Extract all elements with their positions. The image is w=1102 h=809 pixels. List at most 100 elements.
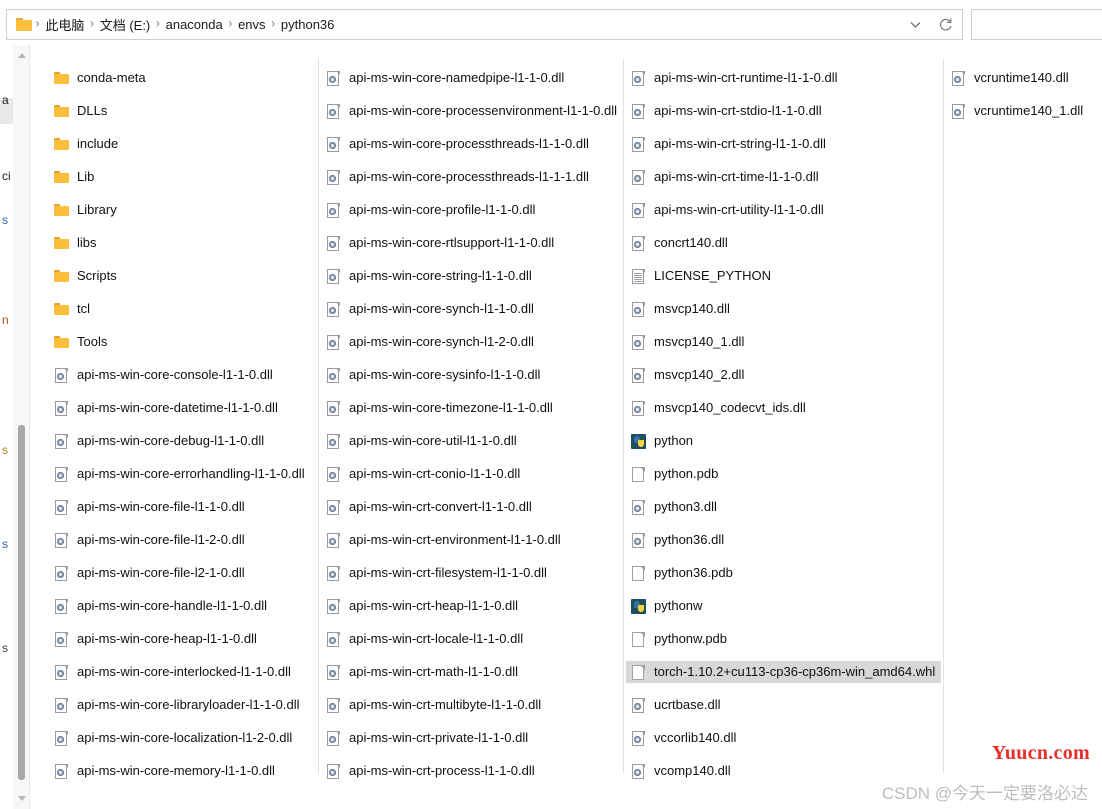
search-input[interactable]	[971, 9, 1102, 40]
file-name-label: concrt140.dll	[654, 235, 728, 250]
dll-file-icon	[630, 334, 647, 351]
file-list-item[interactable]: msvcp140_2.dll	[626, 364, 750, 386]
file-name-label: api-ms-win-crt-time-l1-1-0.dll	[654, 169, 819, 184]
file-list-item[interactable]: include	[49, 133, 124, 155]
file-list-item[interactable]: api-ms-win-crt-multibyte-l1-1-0.dll	[321, 694, 547, 716]
file-list-item[interactable]: python3.dll	[626, 496, 723, 518]
file-list-item[interactable]: api-ms-win-crt-string-l1-1-0.dll	[626, 133, 832, 155]
address-bar[interactable]: › 此电脑 › 文档 (E:) › anaconda › envs › python36	[6, 9, 963, 40]
file-list-item[interactable]: api-ms-win-core-file-l2-1-0.dll	[49, 562, 251, 584]
file-list-item[interactable]: api-ms-win-crt-filesystem-l1-1-0.dll	[321, 562, 553, 584]
file-list-item[interactable]: api-ms-win-crt-time-l1-1-0.dll	[626, 166, 825, 188]
file-list-item[interactable]: api-ms-win-core-file-l1-1-0.dll	[49, 496, 251, 518]
file-list-item[interactable]: api-ms-win-core-util-l1-1-0.dll	[321, 430, 523, 452]
file-list-item[interactable]: python	[626, 430, 699, 452]
chevron-down-icon[interactable]	[902, 10, 928, 39]
file-list-item[interactable]: vcruntime140_1.dll	[946, 100, 1089, 122]
file-list-item[interactable]: api-ms-win-core-file-l1-2-0.dll	[49, 529, 251, 551]
file-list[interactable]: conda-meta DLLs include Lib Library libs Scrip…	[30, 45, 1102, 809]
file-list-item[interactable]: api-ms-win-core-localization-l1-2-0.dll	[49, 727, 298, 749]
file-list-item[interactable]: Tools	[49, 331, 113, 353]
scroll-down-arrow[interactable]	[13, 790, 30, 807]
nav-pane-fragment[interactable]: s	[2, 443, 8, 457]
breadcrumb-item-0[interactable]: 此电脑	[40, 12, 89, 37]
nav-pane-fragment[interactable]: s	[2, 641, 8, 655]
file-list-item[interactable]: api-ms-win-core-interlocked-l1-1-0.dll	[49, 661, 297, 683]
file-list-item[interactable]: api-ms-win-core-heap-l1-1-0.dll	[49, 628, 263, 650]
file-list-item[interactable]: api-ms-win-crt-locale-l1-1-0.dll	[321, 628, 529, 650]
navigation-pane[interactable]: a ci s n s s s	[0, 45, 13, 809]
dll-file-icon	[325, 631, 342, 648]
file-list-item[interactable]: api-ms-win-core-namedpipe-l1-1-0.dll	[321, 67, 570, 89]
file-list-item[interactable]: vcomp140.dll	[626, 760, 737, 782]
file-list-item[interactable]: vccorlib140.dll	[626, 727, 742, 749]
file-list-item[interactable]: api-ms-win-crt-process-l1-1-0.dll	[321, 760, 541, 782]
file-list-item[interactable]: msvcp140_1.dll	[626, 331, 750, 353]
nav-pane-fragment[interactable]: s	[2, 537, 8, 551]
file-list-item[interactable]: api-ms-win-core-debug-l1-1-0.dll	[49, 430, 270, 452]
file-list-item[interactable]: api-ms-win-core-rtlsupport-l1-1-0.dll	[321, 232, 560, 254]
file-list-item[interactable]: api-ms-win-core-memory-l1-1-0.dll	[49, 760, 281, 782]
file-list-item[interactable]: api-ms-win-core-string-l1-1-0.dll	[321, 265, 538, 287]
file-list-item-selected[interactable]: torch-1.10.2+cu113-cp36-cp36m-win_amd64.…	[626, 661, 942, 683]
file-list-item[interactable]: Scripts	[49, 265, 123, 287]
file-list-item[interactable]: Lib	[49, 166, 100, 188]
file-list-item[interactable]: api-ms-win-crt-conio-l1-1-0.dll	[321, 463, 526, 485]
file-list-item[interactable]: api-ms-win-core-datetime-l1-1-0.dll	[49, 397, 284, 419]
file-list-item[interactable]: vcruntime140.dll	[946, 67, 1075, 89]
file-list-item[interactable]: api-ms-win-core-timezone-l1-1-0.dll	[321, 397, 559, 419]
breadcrumb-item-4[interactable]: python36	[276, 14, 340, 35]
blank-file-icon	[630, 664, 647, 681]
file-list-item[interactable]: api-ms-win-core-errorhandling-l1-1-0.dll	[49, 463, 311, 485]
file-list-item[interactable]: conda-meta	[49, 67, 152, 89]
breadcrumb-item-1[interactable]: 文档 (E:)	[95, 12, 156, 37]
file-list-item[interactable]: api-ms-win-core-processthreads-l1-1-0.dl…	[321, 133, 595, 155]
file-list-item[interactable]: api-ms-win-core-profile-l1-1-0.dll	[321, 199, 541, 221]
file-list-item[interactable]: api-ms-win-crt-stdio-l1-1-0.dll	[626, 100, 828, 122]
breadcrumb-item-3[interactable]: envs	[233, 14, 270, 35]
file-list-item[interactable]: libs	[49, 232, 103, 254]
file-list-item[interactable]: concrt140.dll	[626, 232, 734, 254]
file-list-item[interactable]: ucrtbase.dll	[626, 694, 726, 716]
nav-pane-fragment[interactable]: s	[2, 213, 8, 227]
file-list-item[interactable]: msvcp140.dll	[626, 298, 736, 320]
file-list-item[interactable]: api-ms-win-core-processthreads-l1-1-1.dl…	[321, 166, 595, 188]
vertical-scrollbar[interactable]	[13, 45, 30, 809]
file-list-item[interactable]: Library	[49, 199, 123, 221]
file-list-item[interactable]: python.pdb	[626, 463, 724, 485]
file-list-item[interactable]: api-ms-win-crt-convert-l1-1-0.dll	[321, 496, 538, 518]
file-name-label: msvcp140_codecvt_ids.dll	[654, 400, 806, 415]
nav-pane-fragment[interactable]: a	[2, 93, 9, 107]
file-list-item[interactable]: api-ms-win-core-handle-l1-1-0.dll	[49, 595, 273, 617]
file-list-item[interactable]: api-ms-win-crt-heap-l1-1-0.dll	[321, 595, 524, 617]
file-list-item[interactable]: api-ms-win-core-sysinfo-l1-1-0.dll	[321, 364, 546, 386]
file-list-item[interactable]: api-ms-win-crt-environment-l1-1-0.dll	[321, 529, 567, 551]
file-list-item[interactable]: api-ms-win-crt-private-l1-1-0.dll	[321, 727, 534, 749]
file-name-label: api-ms-win-core-timezone-l1-1-0.dll	[349, 400, 553, 415]
file-list-item[interactable]: api-ms-win-crt-utility-l1-1-0.dll	[626, 199, 830, 221]
file-list-item[interactable]: DLLs	[49, 100, 113, 122]
file-list-item[interactable]: msvcp140_codecvt_ids.dll	[626, 397, 812, 419]
breadcrumb-item-2[interactable]: anaconda	[161, 14, 228, 35]
refresh-icon[interactable]	[928, 10, 962, 39]
file-list-item[interactable]: python36.dll	[626, 529, 730, 551]
file-list-item[interactable]: api-ms-win-core-console-l1-1-0.dll	[49, 364, 279, 386]
scroll-up-arrow[interactable]	[13, 47, 30, 64]
file-list-item[interactable]: python36.pdb	[626, 562, 739, 584]
text-file-icon	[630, 268, 647, 285]
nav-pane-fragment[interactable]: ci	[2, 169, 11, 183]
file-list-item[interactable]: LICENSE_PYTHON	[626, 265, 777, 287]
file-name-label: python36.pdb	[654, 565, 733, 580]
file-list-item[interactable]: api-ms-win-core-synch-l1-2-0.dll	[321, 331, 540, 353]
file-list-item[interactable]: api-ms-win-crt-runtime-l1-1-0.dll	[626, 67, 843, 89]
file-list-item[interactable]: api-ms-win-crt-math-l1-1-0.dll	[321, 661, 524, 683]
file-list-item[interactable]: api-ms-win-core-synch-l1-1-0.dll	[321, 298, 540, 320]
nav-pane-fragment[interactable]: n	[2, 313, 9, 327]
file-list-item[interactable]: pythonw	[626, 595, 708, 617]
file-list-item[interactable]: api-ms-win-core-processenvironment-l1-1-…	[321, 100, 623, 122]
scroll-thumb[interactable]	[18, 425, 25, 780]
file-list-item[interactable]: pythonw.pdb	[626, 628, 733, 650]
dll-file-icon	[630, 235, 647, 252]
file-list-item[interactable]: api-ms-win-core-libraryloader-l1-1-0.dll	[49, 694, 306, 716]
file-list-item[interactable]: tcl	[49, 298, 96, 320]
